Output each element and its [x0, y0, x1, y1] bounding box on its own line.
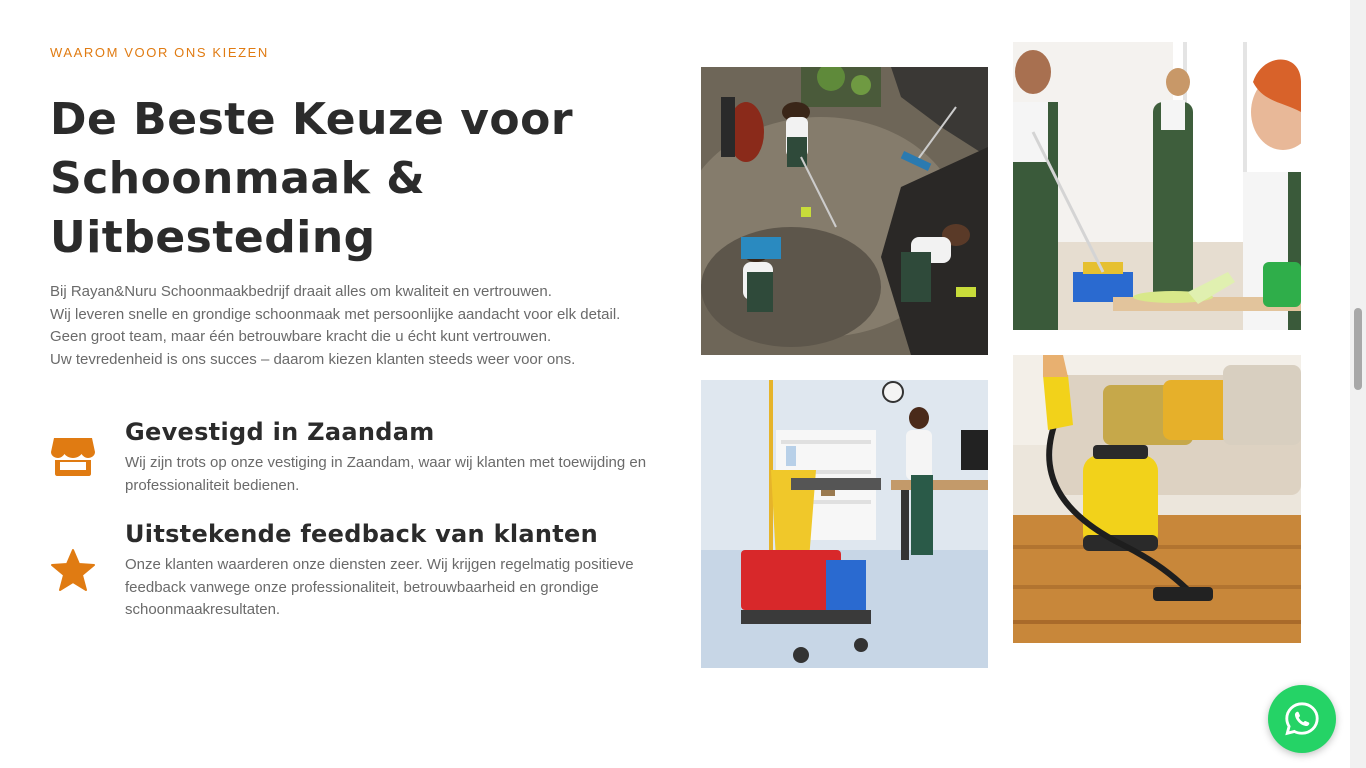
intro-line: Wij leveren snelle en grondige schoonmaa… — [50, 305, 621, 323]
intro-line: Geen groot team, maar één betrouwbare kr… — [50, 328, 552, 345]
feature-text: Onze klanten waarderen onze diensten zee… — [125, 554, 665, 622]
store-icon — [50, 436, 96, 482]
title-line: Schoonmaak & — [50, 153, 426, 204]
scrollbar-thumb[interactable] — [1354, 308, 1362, 390]
star-icon — [50, 548, 96, 594]
page: WAAROM VOOR ONS KIEZEN De Beste Keuze vo… — [0, 0, 1366, 768]
photo-vacuum — [1013, 355, 1301, 643]
feature-text-line: Wij zijn trots op onze vestiging in Zaan… — [125, 454, 647, 471]
photo-cleaning-cart — [701, 380, 988, 668]
feature-title: Gevestigd in Zaandam — [125, 418, 435, 446]
intro-text: Bij Rayan&Nuru Schoonmaakbedrijf draait … — [50, 281, 670, 371]
title-line: De Beste Keuze voor — [50, 94, 574, 145]
photo-team-cleaning — [1013, 42, 1301, 330]
section-title: De Beste Keuze voor Schoonmaak & Uitbest… — [50, 90, 650, 267]
feature-text-line: feedback vanwege onze professionaliteit,… — [125, 578, 599, 596]
feature-title: Uitstekende feedback van klanten — [125, 520, 598, 548]
page-scrollbar[interactable] — [1350, 0, 1366, 768]
whatsapp-icon — [1285, 702, 1319, 736]
feature-text-line: Onze klanten waarderen onze diensten zee… — [125, 556, 634, 573]
intro-line: Uw tevredenheid is ons succes – daarom k… — [50, 350, 576, 368]
feature-text-line: schoonmaakresultaten. — [125, 601, 281, 618]
intro-line: Bij Rayan&Nuru Schoonmaakbedrijf draait … — [50, 283, 552, 300]
section-eyebrow: WAAROM VOOR ONS KIEZEN — [50, 45, 269, 60]
photo-office-cleaning — [701, 67, 988, 355]
feature-text: Wij zijn trots op onze vestiging in Zaan… — [125, 452, 665, 497]
whatsapp-button[interactable] — [1268, 685, 1336, 753]
title-line: Uitbesteding — [50, 212, 376, 263]
feature-text-line: professionaliteit bedienen. — [125, 476, 300, 494]
